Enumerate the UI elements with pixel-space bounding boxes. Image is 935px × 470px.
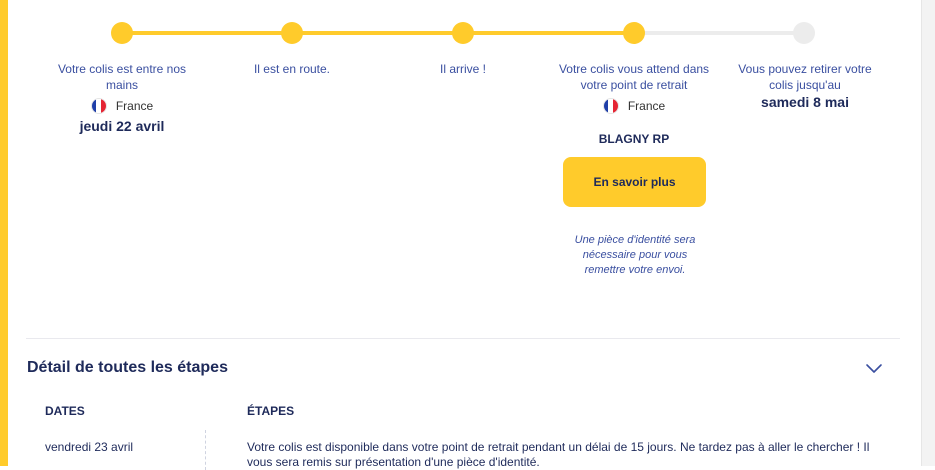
page-right-gutter xyxy=(921,0,935,466)
step-date: jeudi 22 avril xyxy=(79,118,165,134)
step-label: Votre colis est entre nos mains xyxy=(57,62,187,92)
step-dot-5 xyxy=(793,22,815,44)
section-divider xyxy=(26,338,900,339)
pickup-deadline-date: samedi 8 mai xyxy=(761,94,849,110)
country-name: France xyxy=(115,99,154,113)
step-pickup-deadline: Vous pouvez retirer votre colis jusqu'au… xyxy=(725,61,885,110)
step-dot-4 xyxy=(623,22,645,44)
details-section-title: Détail de toutes les étapes xyxy=(27,359,228,376)
column-header-dates: DATES xyxy=(45,404,85,418)
step-dot-1 xyxy=(111,22,133,44)
id-required-note: Une pièce d'identité sera nécessaire pou… xyxy=(574,234,696,276)
step-label: Il arrive ! xyxy=(439,62,486,76)
france-flag-icon xyxy=(90,98,107,114)
step-arriving: Il arrive ! xyxy=(383,61,543,77)
timeline-separator xyxy=(205,430,207,470)
step-country: France xyxy=(42,98,202,114)
step-label: Vous pouvez retirer votre colis jusqu'au xyxy=(738,62,872,92)
table-row-date: vendredi 23 avril xyxy=(45,440,134,454)
step-handed-over: Votre colis est entre nos mains France j… xyxy=(42,61,202,134)
step-country: France xyxy=(554,98,714,114)
left-accent-bar xyxy=(0,0,8,466)
country-name: France xyxy=(627,99,666,113)
step-dot-3 xyxy=(452,22,474,44)
step-in-transit: Il est en route. xyxy=(212,61,372,77)
learn-more-button[interactable]: En savoir plus xyxy=(563,157,706,207)
step-dot-2 xyxy=(281,22,303,44)
column-header-steps: ÉTAPES xyxy=(247,404,295,418)
chevron-down-icon[interactable] xyxy=(865,361,883,375)
pickup-location: BLAGNY RP xyxy=(598,132,670,146)
step-label: Il est en route. xyxy=(253,62,331,76)
step-at-pickup-point: Votre colis vous attend dans votre point… xyxy=(554,61,714,147)
step-label: Votre colis vous attend dans votre point… xyxy=(558,62,710,92)
progress-track-fill xyxy=(121,31,633,35)
france-flag-icon xyxy=(602,98,619,114)
